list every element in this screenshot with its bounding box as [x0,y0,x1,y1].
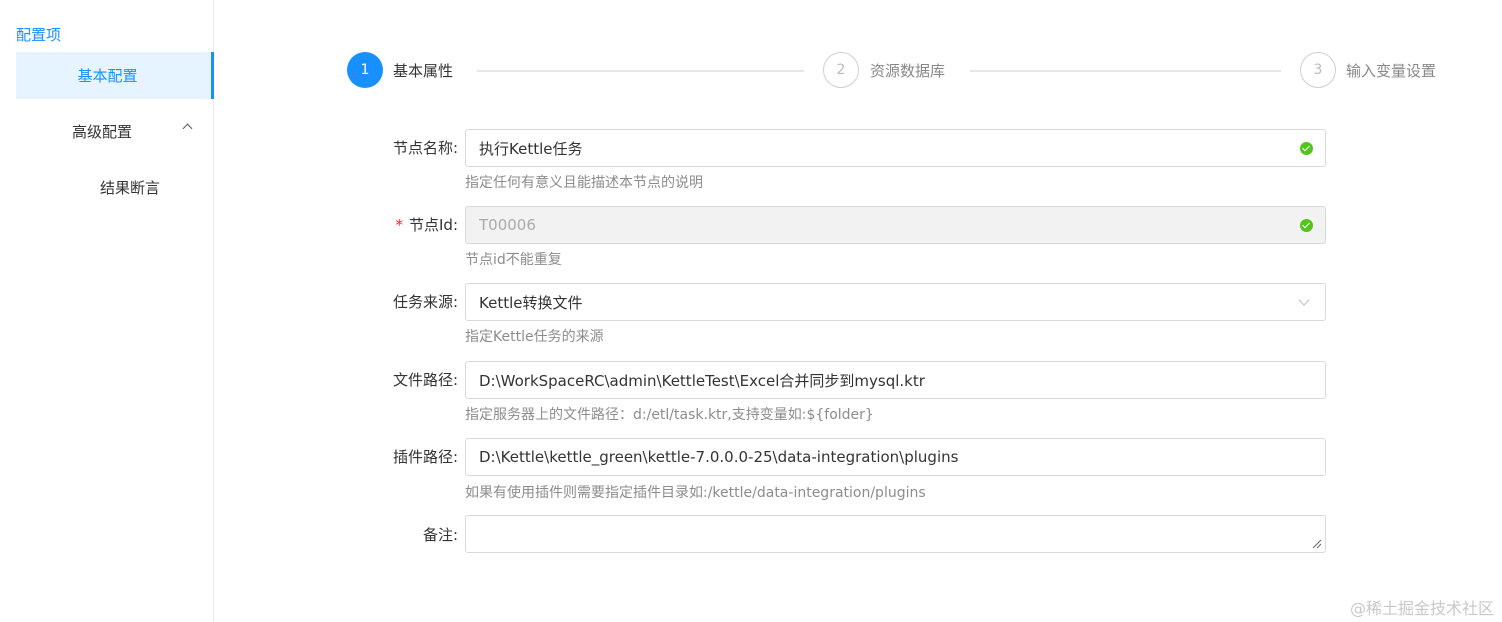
node-id-label: * 节点Id: [330,214,459,235]
task-source-hint: 指定Kettle任务的来源 [465,329,604,345]
step-1-label: 基本属性 [393,62,454,80]
check-circle-icon [1300,142,1313,155]
sidebar-item-basic-config[interactable]: 基本配置 [16,52,214,99]
chevron-down-icon [1298,294,1310,306]
node-name-value: 执行Kettle任务 [479,139,583,158]
remark-textarea[interactable] [465,515,1326,553]
plugin-path-input[interactable]: D:\Kettle\kettle_green\kettle-7.0.0.0-25… [465,438,1326,476]
task-source-label: 任务来源: [392,293,458,311]
node-name-label: 节点名称: [392,139,458,157]
plugin-path-value: D:\Kettle\kettle_green\kettle-7.0.0.0-25… [479,448,959,466]
task-source-value: Kettle转换文件 [479,293,583,312]
node-id-input: T00006 [465,206,1326,244]
sidebar: 配置项 基本配置 高级配置 结果断言 [0,0,214,622]
sidebar-item-label: 结果断言 [100,179,161,197]
watermark: @稀土掘金技术社区 [1349,599,1494,618]
check-circle-icon [1300,219,1313,232]
resize-handle-icon[interactable] [1312,539,1322,549]
sidebar-item-result-assertion[interactable]: 结果断言 [16,164,214,211]
required-mark: * [395,216,404,234]
file-path-hint: 指定服务器上的文件路径：d:/etl/task.ktr,支持变量如:${fold… [465,407,874,423]
file-path-input[interactable]: D:\WorkSpaceRC\admin\KettleTest\Excel合并同… [465,361,1326,399]
sidebar-item-label: 基本配置 [77,67,138,85]
remark-label: 备注: [422,526,458,544]
step-2-number: 2 [823,52,859,88]
step-1-number: 1 [347,52,383,88]
sidebar-title: 配置项 [16,26,62,44]
node-name-input[interactable]: 执行Kettle任务 [465,129,1326,167]
node-name-hint: 指定任何有意义且能描述本节点的说明 [465,175,703,191]
node-id-label-text: 节点Id: [409,216,458,234]
step-3-number: 3 [1300,52,1336,88]
chevron-up-icon [182,123,193,134]
plugin-path-hint: 如果有使用插件则需要指定插件目录如:/kettle/data-integrati… [465,485,926,501]
step-connector-2 [970,70,1281,72]
step-3-label: 输入变量设置 [1346,62,1437,80]
step-connector-1 [477,70,804,72]
sidebar-item-label: 高级配置 [72,123,133,141]
plugin-path-label: 插件路径: [392,448,458,466]
node-id-value: T00006 [479,216,536,234]
file-path-value: D:\WorkSpaceRC\admin\KettleTest\Excel合并同… [479,371,925,390]
task-source-select[interactable]: Kettle转换文件 [465,283,1326,321]
step-2-label: 资源数据库 [870,62,946,80]
sidebar-item-advanced-config[interactable]: 高级配置 [16,108,214,155]
file-path-label: 文件路径: [392,371,458,389]
node-id-hint: 节点id不能重复 [465,252,562,268]
